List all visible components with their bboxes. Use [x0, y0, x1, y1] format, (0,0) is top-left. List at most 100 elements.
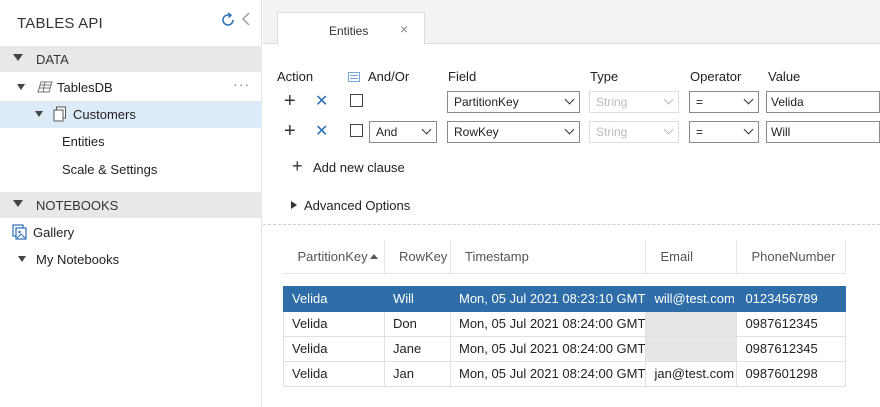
notebooks-section-label: NOTEBOOKS: [36, 198, 119, 213]
tree-item-label: Entities: [62, 134, 105, 149]
grid-cell[interactable]: Don: [384, 310, 451, 337]
add-clause-icon[interactable]: +: [284, 91, 296, 111]
type-select: String: [589, 91, 679, 113]
grid-cell[interactable]: 0987612345: [736, 310, 847, 337]
tree-item-scale-settings[interactable]: Scale & Settings: [0, 156, 262, 183]
table-row[interactable]: Velida Don Mon, 05 Jul 2021 08:24:00 GMT…: [283, 310, 847, 337]
grid-cell[interactable]: Will: [384, 285, 451, 312]
chevron-down-icon: [743, 94, 754, 105]
field-select-value: PartitionKey: [454, 95, 519, 109]
collapse-left-icon[interactable]: [240, 11, 252, 27]
field-select[interactable]: PartitionKey: [447, 91, 580, 113]
tree-item-label: My Notebooks: [36, 252, 120, 267]
grid-spacer: [284, 273, 846, 286]
column-header-timestamp[interactable]: Timestamp: [450, 240, 647, 274]
column-header-label: RowKey: [399, 248, 448, 264]
operator-select[interactable]: =: [689, 91, 759, 113]
plus-icon: +: [292, 156, 303, 176]
value-input-text: Velida: [771, 95, 804, 109]
column-header-rowkey[interactable]: RowKey: [384, 240, 451, 274]
tree-item-tablesdb[interactable]: TablesDB ···: [0, 74, 262, 101]
add-clause-icon[interactable]: +: [284, 121, 296, 141]
field-select[interactable]: RowKey: [447, 121, 580, 143]
entities-grid: PartitionKey RowKey Timestamp Email Phon…: [283, 240, 847, 387]
grid-cell[interactable]: Jane: [384, 335, 451, 362]
tree-item-entities[interactable]: Entities: [0, 128, 262, 155]
main-content: Entities × Action And/Or Field Type Oper…: [263, 0, 880, 407]
clause-group-checkbox[interactable]: [350, 124, 363, 137]
collapsed-caret-icon: [291, 201, 297, 209]
tree-item-label: Gallery: [33, 225, 75, 240]
value-column-header: Value: [768, 69, 801, 84]
app-window: TABLES API DATA TablesDB ··· Customers E…: [0, 0, 880, 407]
tree-item-my-notebooks[interactable]: My Notebooks: [0, 246, 262, 273]
grid-cell[interactable]: will@test.com: [645, 285, 738, 312]
grid-cell[interactable]: Velida: [283, 360, 385, 387]
andor-select[interactable]: And: [369, 121, 437, 143]
table-icon: [53, 106, 66, 122]
tree-item-gallery[interactable]: Gallery: [0, 219, 262, 246]
grid-cell-empty[interactable]: [645, 335, 738, 362]
table-row[interactable]: Velida Jan Mon, 05 Jul 2021 08:24:00 GMT…: [283, 360, 847, 387]
tree-item-label: Scale & Settings: [62, 162, 158, 177]
type-select-value: String: [596, 95, 628, 109]
grid-spacer-cell: [284, 273, 846, 286]
query-clause-row: + ✕ PartitionKey String = Velida: [263, 91, 880, 115]
expanded-caret-icon: [13, 54, 23, 61]
expanded-caret-icon: [35, 111, 43, 117]
column-header-label: PhoneNumber: [751, 248, 836, 264]
splitter[interactable]: [263, 224, 880, 225]
value-input[interactable]: Velida: [766, 91, 880, 113]
grid-cell[interactable]: Mon, 05 Jul 2021 08:23:10 GMT: [449, 285, 647, 312]
grid-cell[interactable]: Velida: [283, 310, 385, 337]
grid-cell[interactable]: Mon, 05 Jul 2021 08:24:00 GMT: [449, 335, 647, 362]
data-section-header[interactable]: DATA: [0, 46, 262, 72]
tab-bar: Entities ×: [263, 0, 880, 45]
group-clauses-icon[interactable]: [348, 72, 360, 82]
chevron-down-icon: [564, 124, 575, 135]
notebooks-section-header[interactable]: NOTEBOOKS: [0, 192, 262, 218]
column-header-label: PartitionKey: [297, 248, 368, 264]
grid-cell[interactable]: 0123456789: [736, 285, 847, 312]
operator-select[interactable]: =: [689, 121, 759, 143]
grid-cell[interactable]: 0987612345: [736, 335, 847, 362]
sort-ascending-icon: [369, 253, 378, 259]
chevron-down-icon: [663, 94, 674, 105]
more-options-icon[interactable]: ···: [233, 76, 250, 92]
resource-tree-panel: TABLES API DATA TablesDB ··· Customers E…: [0, 0, 262, 407]
refresh-icon[interactable]: [220, 12, 236, 28]
clause-group-checkbox[interactable]: [350, 94, 363, 107]
column-header-partitionkey[interactable]: PartitionKey: [283, 240, 385, 274]
grid-cell[interactable]: 0987601298: [736, 360, 847, 387]
value-input[interactable]: Will: [766, 121, 880, 143]
column-header-email[interactable]: Email: [645, 240, 738, 274]
query-clause-row: + ✕ And RowKey String = Will: [263, 121, 880, 145]
grid-cell[interactable]: Velida: [283, 335, 385, 362]
grid-cell[interactable]: jan@test.com: [645, 360, 738, 387]
grid-cell[interactable]: Velida: [283, 285, 385, 312]
table-database-icon: [37, 81, 53, 93]
data-section-label: DATA: [36, 52, 69, 67]
operator-select-value: =: [696, 95, 704, 109]
chevron-down-icon: [663, 124, 674, 135]
type-column-header: Type: [590, 69, 619, 84]
close-tab-icon[interactable]: ×: [400, 21, 408, 37]
add-new-clause-label: Add new clause: [313, 160, 405, 175]
column-header-label: Email: [660, 248, 693, 264]
table-row[interactable]: Velida Jane Mon, 05 Jul 2021 08:24:00 GM…: [283, 335, 847, 362]
delete-clause-icon[interactable]: ✕: [315, 92, 328, 112]
tree-item-label: TablesDB: [57, 80, 113, 95]
table-row-selected[interactable]: Velida Will Mon, 05 Jul 2021 08:23:10 GM…: [283, 285, 847, 312]
delete-clause-icon[interactable]: ✕: [315, 122, 328, 142]
sidebar-title: TABLES API: [17, 15, 103, 32]
column-header-phonenumber[interactable]: PhoneNumber: [736, 240, 847, 274]
grid-cell-empty[interactable]: [645, 310, 738, 337]
grid-cell[interactable]: Mon, 05 Jul 2021 08:24:00 GMT: [449, 360, 647, 387]
sidebar-header: TABLES API: [0, 0, 262, 46]
grid-cell[interactable]: Mon, 05 Jul 2021 08:24:00 GMT: [449, 310, 647, 337]
tree-item-customers[interactable]: Customers: [0, 101, 262, 128]
action-column-header: Action: [277, 69, 314, 84]
tab-entities[interactable]: Entities ×: [277, 12, 425, 45]
grid-cell[interactable]: Jan: [384, 360, 451, 387]
field-column-header: Field: [448, 69, 477, 84]
